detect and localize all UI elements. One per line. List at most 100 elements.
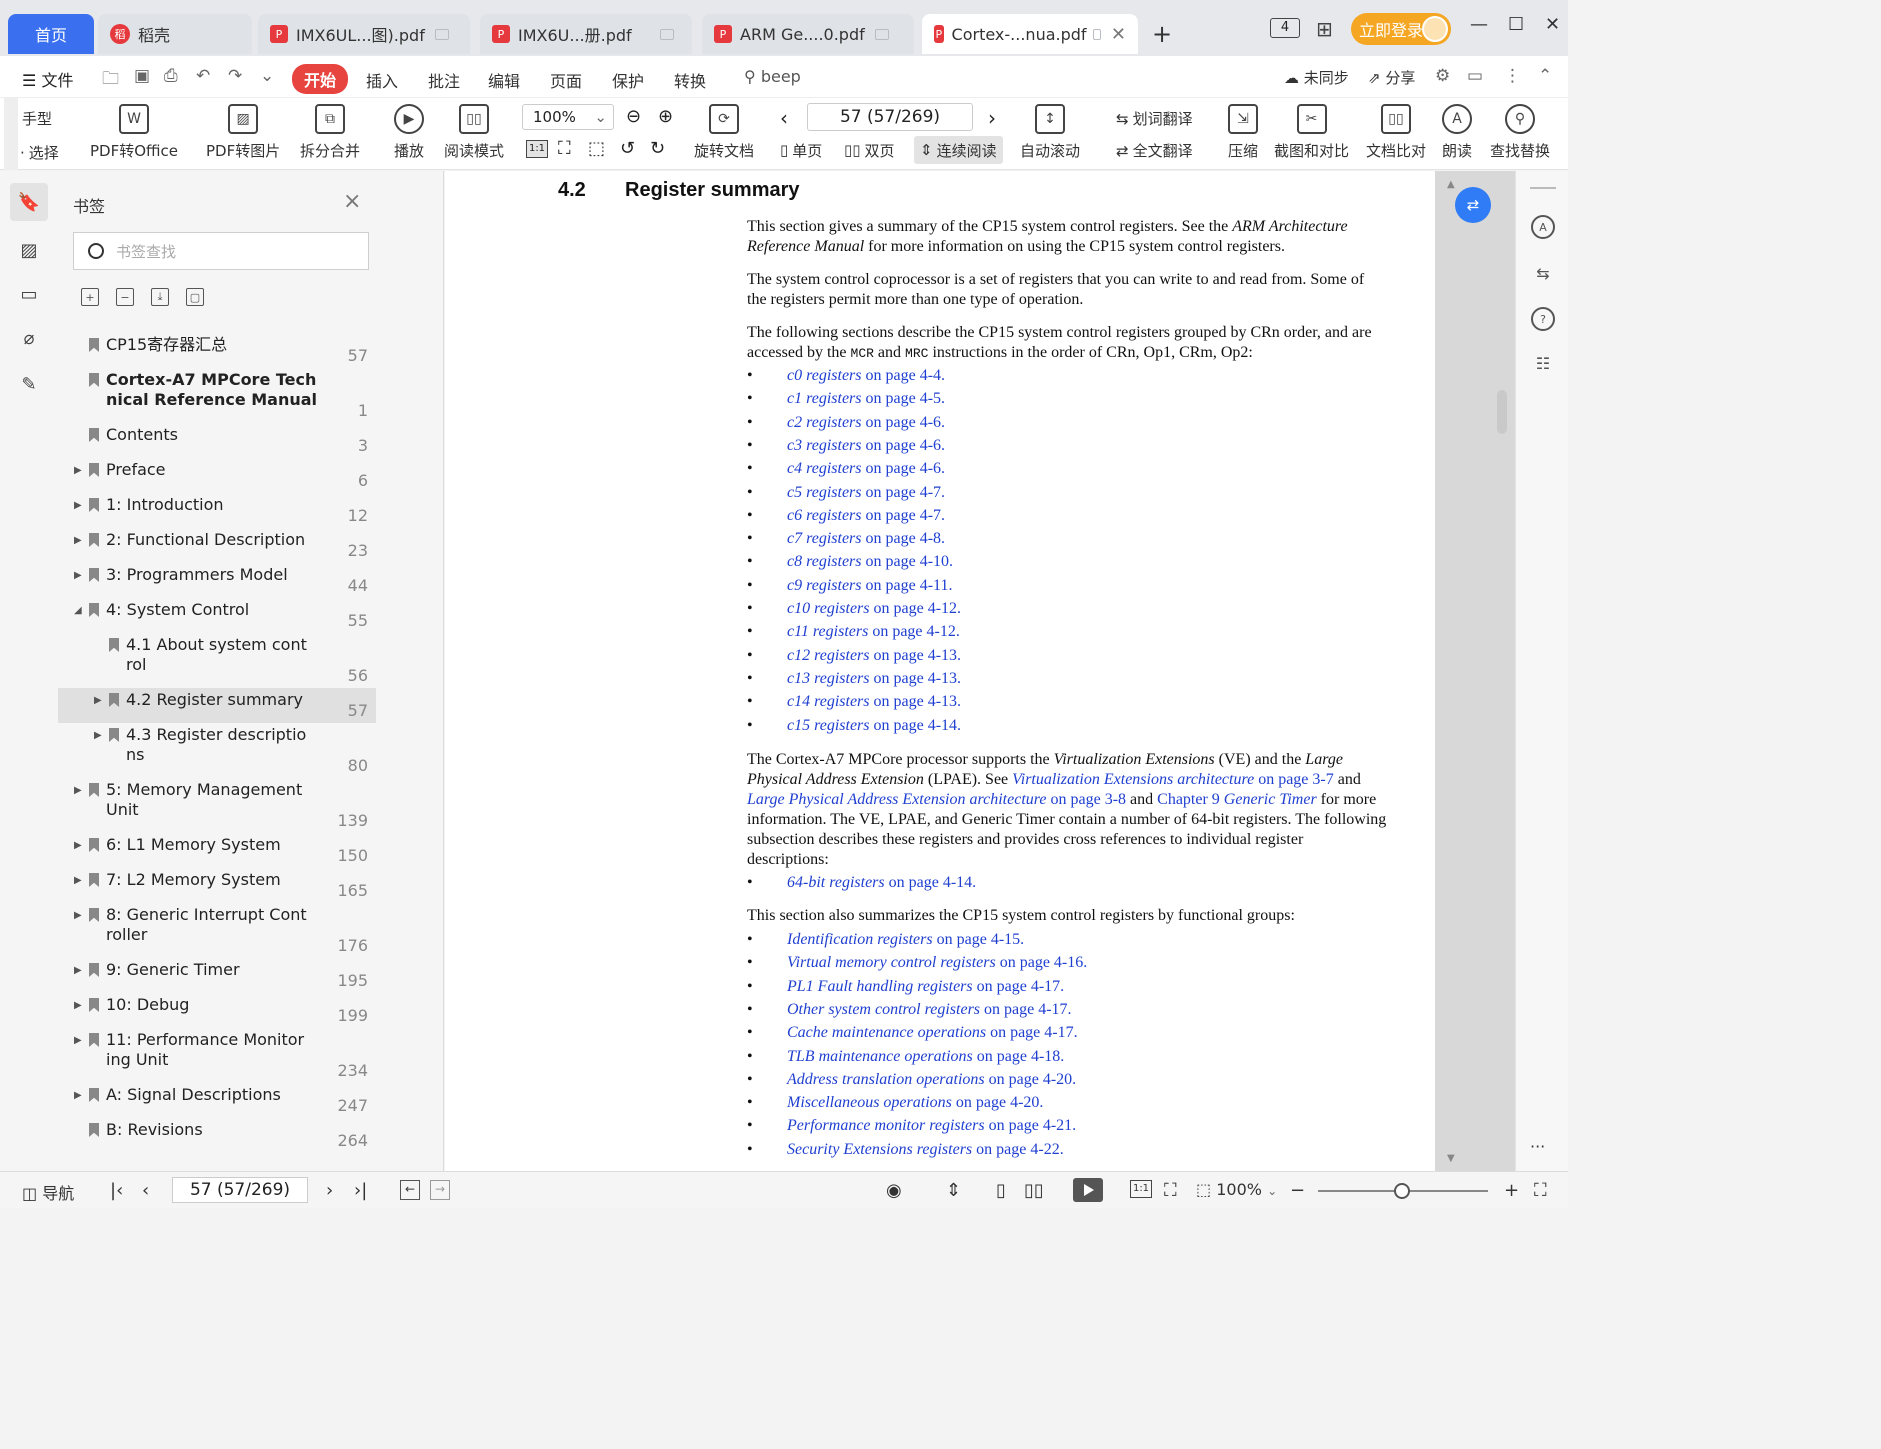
find-replace-button[interactable]: ⚲ 查找替换	[1490, 104, 1550, 161]
grid-icon[interactable]: ⊞	[1316, 17, 1333, 41]
register-link[interactable]: PL1 Fault handling registers on page 4-1…	[787, 977, 1064, 997]
scroll-down-icon[interactable]: ▼	[1447, 1153, 1455, 1164]
register-link[interactable]: Other system control registers on page 4…	[787, 1000, 1072, 1020]
bookmark-item[interactable]: ▶ 3: Programmers Model 44	[58, 563, 376, 598]
close-icon[interactable]: ×	[343, 189, 361, 214]
screenshot-compare-button[interactable]: ✂ 截图和对比	[1274, 104, 1349, 161]
first-page-icon[interactable]: |‹	[110, 1180, 123, 1201]
floating-translate-icon[interactable]: ⇄	[1455, 187, 1491, 223]
zoom-select[interactable]: ⬚ 100% ⌄	[1196, 1180, 1277, 1199]
register-link[interactable]: c7 registers on page 4-8.	[787, 529, 945, 549]
bookmark-item[interactable]: ▶ 8: Generic Interrupt Cont roller 176	[58, 903, 376, 958]
fit-page-icon[interactable]: ⛶	[1164, 1180, 1177, 1201]
bookmark-item[interactable]: ▶ 5: Memory Management Unit 139	[58, 778, 376, 833]
bookmark-item[interactable]: ▶ 11: Performance Monitor ing Unit 234	[58, 1028, 376, 1083]
play-icon[interactable]	[1073, 1178, 1103, 1202]
register-link[interactable]: c3 registers on page 4-6.	[787, 436, 945, 456]
expand-arrow-icon[interactable]: ▶	[74, 570, 82, 581]
register-link[interactable]: c13 registers on page 4-13.	[787, 669, 961, 689]
zoom-slider[interactable]	[1318, 1183, 1488, 1199]
bookmark-item[interactable]: B: Revisions 264	[58, 1118, 376, 1153]
select-tool[interactable]: · 选择	[20, 142, 59, 163]
bookmark-item[interactable]: ▶ A: Signal Descriptions 247	[58, 1083, 376, 1118]
expand-arrow-icon[interactable]: ▶	[74, 1035, 82, 1046]
expand-arrow-icon[interactable]: ▶	[74, 1000, 82, 1011]
pdf-to-image-button[interactable]: ▨ PDF转图片	[206, 104, 280, 161]
comment-icon[interactable]: ▭	[1467, 66, 1483, 86]
undo-icon[interactable]: ↶	[196, 66, 210, 86]
login-button[interactable]: 立即登录	[1351, 13, 1451, 45]
single-page-button[interactable]: ▯ 单页	[774, 136, 828, 164]
zoom-select[interactable]: 100% ⌄	[522, 104, 614, 130]
expand-arrow-icon[interactable]: ▶	[94, 730, 102, 741]
register-link[interactable]: c5 registers on page 4-7.	[787, 483, 945, 503]
actual-size-icon[interactable]: 1:1	[1130, 1180, 1152, 1198]
zoom-in-icon[interactable]: +	[1504, 1180, 1519, 1201]
word-translate-button[interactable]: ⇆ 划词翻译	[1116, 108, 1193, 129]
bookmark-item[interactable]: ▶ 4.3 Register descriptio ns 80	[58, 723, 376, 778]
read-mode-button[interactable]: ▯▯ 阅读模式	[444, 104, 504, 161]
bookmark-item[interactable]: ◢ 4: System Control 55	[58, 598, 376, 633]
bookmark-item[interactable]: ▶ 9: Generic Timer 195	[58, 958, 376, 993]
bookmark-item[interactable]: Contents 3	[58, 423, 376, 458]
remove-bookmark-icon[interactable]: −	[116, 288, 134, 306]
zoom-out-icon[interactable]: −	[1290, 1180, 1305, 1201]
last-page-icon[interactable]: ›|	[354, 1180, 367, 1201]
maximize-icon[interactable]: ☐	[1508, 14, 1524, 35]
menu-page[interactable]: 页面	[550, 68, 582, 92]
doc-compare-button[interactable]: ▯▯ 文档比对	[1366, 104, 1426, 161]
bookmark-item[interactable]: Cortex-A7 MPCore Tech nical Reference Man…	[58, 368, 376, 423]
register-link[interactable]: c11 registers on page 4-12.	[787, 622, 960, 642]
zoom-out-icon[interactable]: ⊖	[626, 106, 641, 127]
annotation-list-icon[interactable]: ▭	[16, 281, 42, 307]
fullscreen-icon[interactable]: ⛶	[1534, 1180, 1547, 1201]
continuous-view-icon[interactable]: ⇕	[946, 1180, 961, 1201]
expand-arrow-icon[interactable]: ▶	[74, 785, 82, 796]
menu-search[interactable]: ⚲ beep	[744, 67, 801, 86]
register-link[interactable]: Address translation operations on page 4…	[787, 1070, 1076, 1090]
save-icon[interactable]: ▣	[134, 66, 150, 86]
actual-size-icon[interactable]: 1:1	[526, 140, 548, 158]
bookmark-item[interactable]: ▶ 2: Functional Description 23	[58, 528, 376, 563]
register-link[interactable]: TLB maintenance operations on page 4-18.	[787, 1047, 1064, 1067]
fit-width-icon[interactable]: ⬚	[588, 138, 605, 159]
register-link[interactable]: Cache maintenance operations on page 4-1…	[787, 1023, 1078, 1043]
open-folder-icon[interactable]: 🗀	[102, 66, 119, 95]
expand-arrow-icon[interactable]: ▶	[94, 695, 102, 706]
register-link[interactable]: Security Extensions registers on page 4-…	[787, 1140, 1064, 1160]
split-merge-button[interactable]: ⧉ 拆分合并	[300, 104, 360, 161]
bookmark-item[interactable]: CP15寄存器汇总 57	[58, 333, 376, 368]
next-page-icon[interactable]: ›	[988, 106, 996, 130]
expand-bookmark-icon[interactable]: ⤓	[151, 288, 169, 306]
tab-arm-generic[interactable]: P ARM Ge....0.pdf	[702, 14, 914, 54]
prev-page-icon[interactable]: ‹	[142, 1180, 149, 1201]
tab-home[interactable]: 首页	[8, 14, 94, 54]
register-link[interactable]: c2 registers on page 4-6.	[787, 413, 945, 433]
register-link[interactable]: c15 registers on page 4-14.	[787, 716, 961, 736]
menu-annotate[interactable]: 批注	[428, 68, 460, 92]
register-link[interactable]: c10 registers on page 4-12.	[787, 599, 961, 619]
expand-arrow-icon[interactable]: ▶	[74, 500, 82, 511]
expand-arrow-icon[interactable]: ▶	[74, 465, 82, 476]
tab-cortex-manual[interactable]: P Cortex-...nua.pdf ✕	[922, 14, 1138, 54]
eye-protection-icon[interactable]: ◉	[886, 1180, 902, 1201]
tab-daoke[interactable]: 稻 稻壳	[98, 14, 252, 54]
drag-handle[interactable]	[1530, 187, 1556, 189]
share-button[interactable]: ⇗ 分享	[1368, 67, 1415, 88]
register-link[interactable]: c9 registers on page 4-11.	[787, 576, 952, 596]
add-bookmark-icon[interactable]: +	[81, 288, 99, 306]
next-page-icon[interactable]: ›	[326, 1180, 333, 1201]
play-button[interactable]: ▶ 播放	[394, 104, 424, 161]
minimize-icon[interactable]: —	[1470, 14, 1488, 35]
zoom-slider-knob[interactable]	[1394, 1183, 1410, 1199]
expand-arrow-icon[interactable]: ▶	[74, 875, 82, 886]
link-lpae-architecture[interactable]: Large Physical Address Extension archite…	[747, 791, 1126, 808]
new-tab-button[interactable]: +	[1152, 20, 1172, 48]
expand-arrow-icon[interactable]: ▶	[74, 1090, 82, 1101]
link-generic-timer-chapter[interactable]: Chapter 9 Generic Timer	[1157, 791, 1317, 808]
toolbar-collapse-handle[interactable]	[4, 98, 18, 170]
single-page-icon[interactable]: ▯	[996, 1180, 1006, 1201]
settings-icon[interactable]: ⚙	[1435, 66, 1450, 86]
sync-status[interactable]: ☁ 未同步	[1284, 67, 1349, 88]
menu-protect[interactable]: 保护	[612, 68, 644, 92]
